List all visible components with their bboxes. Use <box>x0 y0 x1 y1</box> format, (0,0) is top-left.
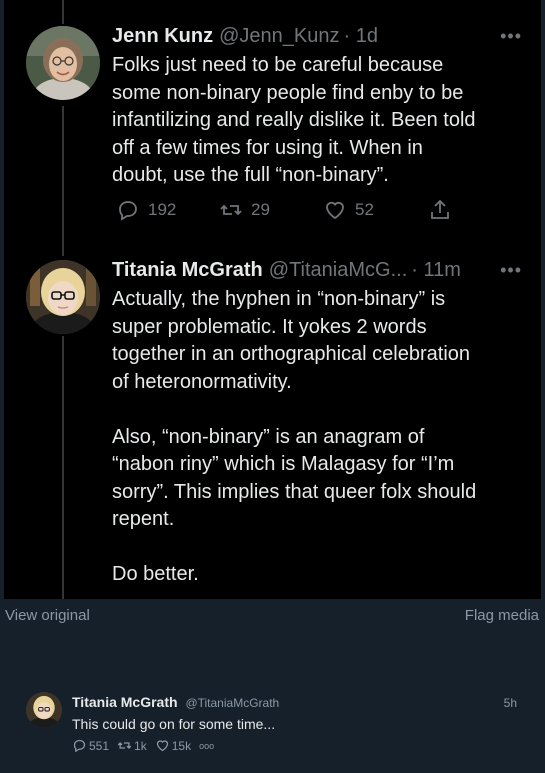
thread-line <box>62 106 64 256</box>
post-author-name[interactable]: Titania McGrath <box>72 694 178 710</box>
like-count: 52 <box>355 200 374 219</box>
tweet-text: Folks just need to be careful because so… <box>112 54 476 186</box>
post: Titania McGrath @TitaniaMcGrath 5h This … <box>0 680 545 760</box>
share-icon <box>431 199 449 219</box>
like-count: 15k <box>171 738 192 753</box>
author-name: Jenn Kunz <box>112 25 214 47</box>
retweet-icon <box>117 742 132 749</box>
thread-line <box>62 336 64 599</box>
post-text: This could go on for some time... <box>72 716 276 732</box>
share-action <box>428 198 460 222</box>
heart-icon <box>156 740 168 752</box>
avatar <box>26 26 100 100</box>
tweet-text: Actually, the hyphen in “non-binary” is … <box>112 288 477 585</box>
reply-action: 192 <box>116 198 176 222</box>
avatar[interactable] <box>26 692 62 728</box>
retweet-count: 29 <box>251 200 270 219</box>
like-button[interactable]: 15k <box>155 738 191 753</box>
more-icon: ooo <box>199 740 215 751</box>
reply-button[interactable]: 551 <box>72 738 109 753</box>
flag-media-link[interactable]: Flag media <box>465 607 539 624</box>
reply-count: 551 <box>89 738 110 753</box>
author-handle: @TitaniaMcG... <box>268 259 408 281</box>
author-handle: @Jenn_Kunz <box>219 25 340 47</box>
retweet-count: 1k <box>134 738 147 753</box>
more-button[interactable]: ooo <box>199 741 214 751</box>
post-actions: 551 1k 15k ooo <box>72 738 222 753</box>
post-author-handle[interactable]: @TitaniaMcGrath <box>185 696 279 710</box>
tweet-time: · 11m <box>411 259 461 281</box>
like-action: 52 <box>323 198 374 222</box>
retweet-icon <box>220 204 242 216</box>
heart-icon <box>326 201 344 220</box>
thread-tweet: Titania McGrath @TitaniaMcG... · 11m •••… <box>112 256 522 589</box>
thread-tweet: Jenn Kunz @Jenn_Kunz · 1d ••• Folks just… <box>112 22 522 190</box>
view-original-link[interactable]: View original <box>5 607 90 624</box>
retweet-action: 29 <box>219 198 270 222</box>
reply-count: 192 <box>148 200 177 219</box>
more-icon: ••• <box>500 26 522 46</box>
more-icon: ••• <box>500 260 522 280</box>
post-time[interactable]: 5h <box>504 696 517 710</box>
tweet-time: · 1d <box>343 25 378 47</box>
reply-icon <box>73 739 86 753</box>
tweet-actions: 192 29 52 <box>112 198 452 226</box>
reply-icon <box>119 201 137 221</box>
retweet-button[interactable]: 1k <box>117 738 147 753</box>
thread-line <box>62 0 64 24</box>
author-name: Titania McGrath <box>112 259 263 281</box>
tweet-screenshot-image[interactable]: Jenn Kunz @Jenn_Kunz · 1d ••• Folks just… <box>4 0 541 599</box>
avatar <box>26 260 100 334</box>
